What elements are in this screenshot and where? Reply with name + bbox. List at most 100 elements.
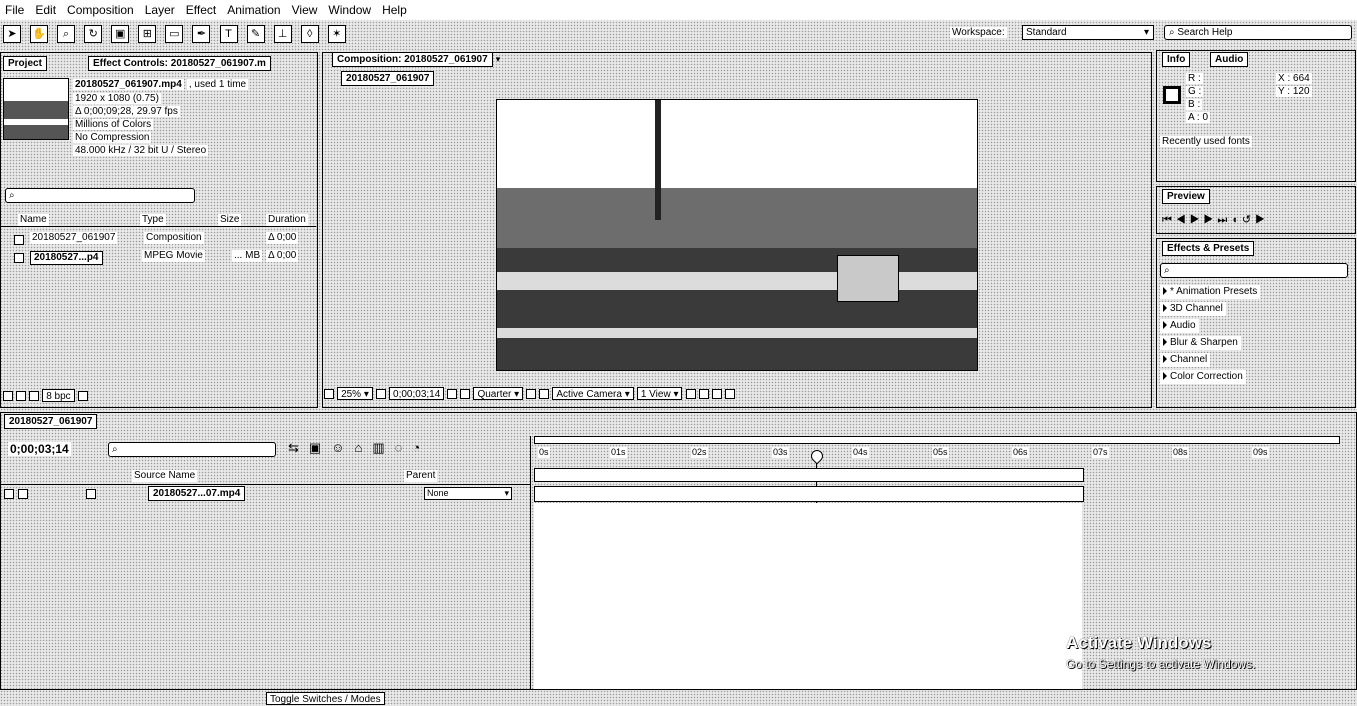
current-time-display[interactable]: 0;00;03;14 [389,387,445,400]
footage-name: 20180527_061907.mp4 , used 1 time [73,79,249,90]
project-search-input[interactable]: ⌕ [5,188,195,203]
effect-category[interactable]: 3D Channel [1160,302,1226,316]
bpc-button[interactable]: 8 bpc [42,389,75,402]
type-tool-icon[interactable]: T [219,25,238,43]
draft-3d-icon[interactable]: ▣ [309,440,331,455]
effect-category[interactable]: * Animation Presets [1160,285,1261,299]
pen-tool-icon[interactable]: ✒ [192,25,211,43]
preview-tab[interactable]: Preview [1162,189,1210,204]
effect-category[interactable]: Audio [1160,319,1199,333]
layer-label-color[interactable] [86,489,96,499]
layer-duration-bar[interactable] [534,486,1084,502]
timeline-search-input[interactable]: ⌕ [108,442,276,457]
grid-icon[interactable] [375,388,386,399]
frame-blending-icon[interactable]: ⌂ [354,440,372,455]
next-frame-icon[interactable]: ▶ [1204,214,1218,226]
channel-icon[interactable] [460,388,471,399]
resolution-dropdown[interactable]: Quarter ▾ [473,387,524,400]
transparency-grid-icon[interactable] [539,388,550,399]
expand-icon [1163,321,1167,330]
ruler-tick: 02s [691,447,708,458]
menu-effect[interactable]: Effect [181,3,222,17]
timeline-divider [530,436,531,690]
rotate-tool-icon[interactable]: ↻ [84,25,103,43]
effect-category[interactable]: Blur & Sharpen [1160,336,1241,350]
audio-icon[interactable] [18,489,28,499]
timeline-icon[interactable] [711,388,722,399]
menu-help[interactable]: Help [377,3,413,17]
activate-windows-subtitle: Go to Settings to activate Windows. [1066,657,1256,671]
new-folder-icon[interactable] [16,390,27,401]
workspace-dropdown[interactable]: Standard ▾ [1022,25,1154,40]
trash-icon[interactable] [77,390,88,401]
menu-edit[interactable]: Edit [30,3,62,17]
menu-window[interactable]: Window [323,3,377,17]
menu-composition[interactable]: Composition [62,3,140,17]
graph-editor-icon[interactable]: ◔ [412,440,430,455]
work-area-bar[interactable] [534,436,1340,444]
composition-tab[interactable]: Composition: 20180527_061907 ▾ [332,52,500,67]
effects-search-input[interactable]: ⌕ [1160,263,1348,278]
project-footer: 8 bpc [3,389,315,405]
camera-dropdown[interactable]: Active Camera ▾ [552,387,634,400]
play-icon[interactable]: ▶ [1190,214,1204,226]
zoom-dropdown[interactable]: 25% ▾ [337,387,373,400]
snapshot-icon[interactable] [447,388,458,399]
region-of-interest-icon[interactable] [526,388,537,399]
motion-blur-icon[interactable]: ▥ [372,440,394,455]
hide-shy-icon[interactable]: ☺ [331,440,354,455]
prev-frame-icon[interactable]: ◀ [1176,214,1190,226]
brush-tool-icon[interactable]: ✎ [246,25,265,43]
effect-category[interactable]: Channel [1160,353,1211,367]
effect-controls-tab[interactable]: Effect Controls: 20180527_061907.m [88,56,271,71]
effects-presets-tab[interactable]: Effects & Presets [1162,241,1255,256]
info-tab[interactable]: Info [1162,52,1191,67]
menu-animation[interactable]: Animation [222,3,286,17]
search-icon: ⌕ [1164,265,1170,276]
composition-footer: 25% ▾ 0;00;03;14 Quarter ▾ Active Camera… [324,387,1150,403]
ruler-tick: 07s [1092,447,1109,458]
timeline-current-time[interactable]: 0;00;03;14 [8,441,71,456]
composition-subtab[interactable]: 20180527_061907 [341,71,435,86]
first-frame-icon[interactable]: ⏮ [1162,214,1176,226]
project-item-footage[interactable]: 20180527...p4 MPEG Movie ... MB Δ 0;00 [0,250,316,266]
magnification-icon[interactable] [324,388,334,399]
timeline-layer-row[interactable]: 20180527...07.mp4 None ▾ [0,486,530,502]
brainstorm-icon[interactable]: ◌ [395,440,413,455]
flowchart-icon[interactable] [724,388,735,399]
mask-tool-icon[interactable]: ▭ [165,25,184,43]
new-composition-icon[interactable] [29,390,40,401]
toggle-switches-modes-button[interactable]: Toggle Switches / Modes [266,692,385,705]
search-help-input[interactable]: ⌕ Search Help [1164,25,1352,40]
pan-behind-tool-icon[interactable]: ⊞ [138,25,157,43]
eye-icon[interactable] [4,489,14,499]
timeline-tab[interactable]: 20180527_061907 [4,414,98,429]
project-item-composition[interactable]: 20180527_061907 Composition Δ 0;00 [0,232,316,248]
puppet-tool-icon[interactable]: ✶ [327,25,346,43]
parent-dropdown[interactable]: None ▾ [424,487,512,500]
menu-view[interactable]: View [287,3,324,17]
menu-file[interactable]: File [0,3,30,17]
comp-mini-flowchart-icon[interactable]: ⇆ [288,440,309,455]
audio-icon[interactable]: ◖ [1231,214,1242,226]
info-hint: Recently used fonts [1160,136,1252,147]
composition-viewer-frame[interactable] [496,99,978,371]
ram-preview-icon[interactable]: ▶ [1255,214,1269,226]
audio-tab[interactable]: Audio [1210,52,1249,67]
project-tab[interactable]: Project [3,56,47,71]
view-layout-dropdown[interactable]: 1 View ▾ [636,387,683,400]
eraser-tool-icon[interactable]: ◊ [300,25,319,43]
hand-tool-icon[interactable]: ✋ [30,25,49,43]
toggle-pixel-aspect-icon[interactable] [685,388,696,399]
fast-previews-icon[interactable] [698,388,709,399]
last-frame-icon[interactable]: ⏭ [1217,214,1231,226]
camera-tool-icon[interactable]: ▣ [111,25,130,43]
stamp-tool-icon[interactable]: ⊥ [273,25,292,43]
effect-category[interactable]: Color Correction [1160,370,1246,384]
interpret-footage-icon[interactable] [3,390,13,401]
zoom-tool-icon[interactable]: ⌕ [57,25,76,43]
menu-layer[interactable]: Layer [140,3,181,17]
loop-icon[interactable]: ↺ [1242,214,1255,226]
search-icon: ⌕ [112,444,118,455]
selection-tool-icon[interactable]: ➤ [3,25,21,43]
